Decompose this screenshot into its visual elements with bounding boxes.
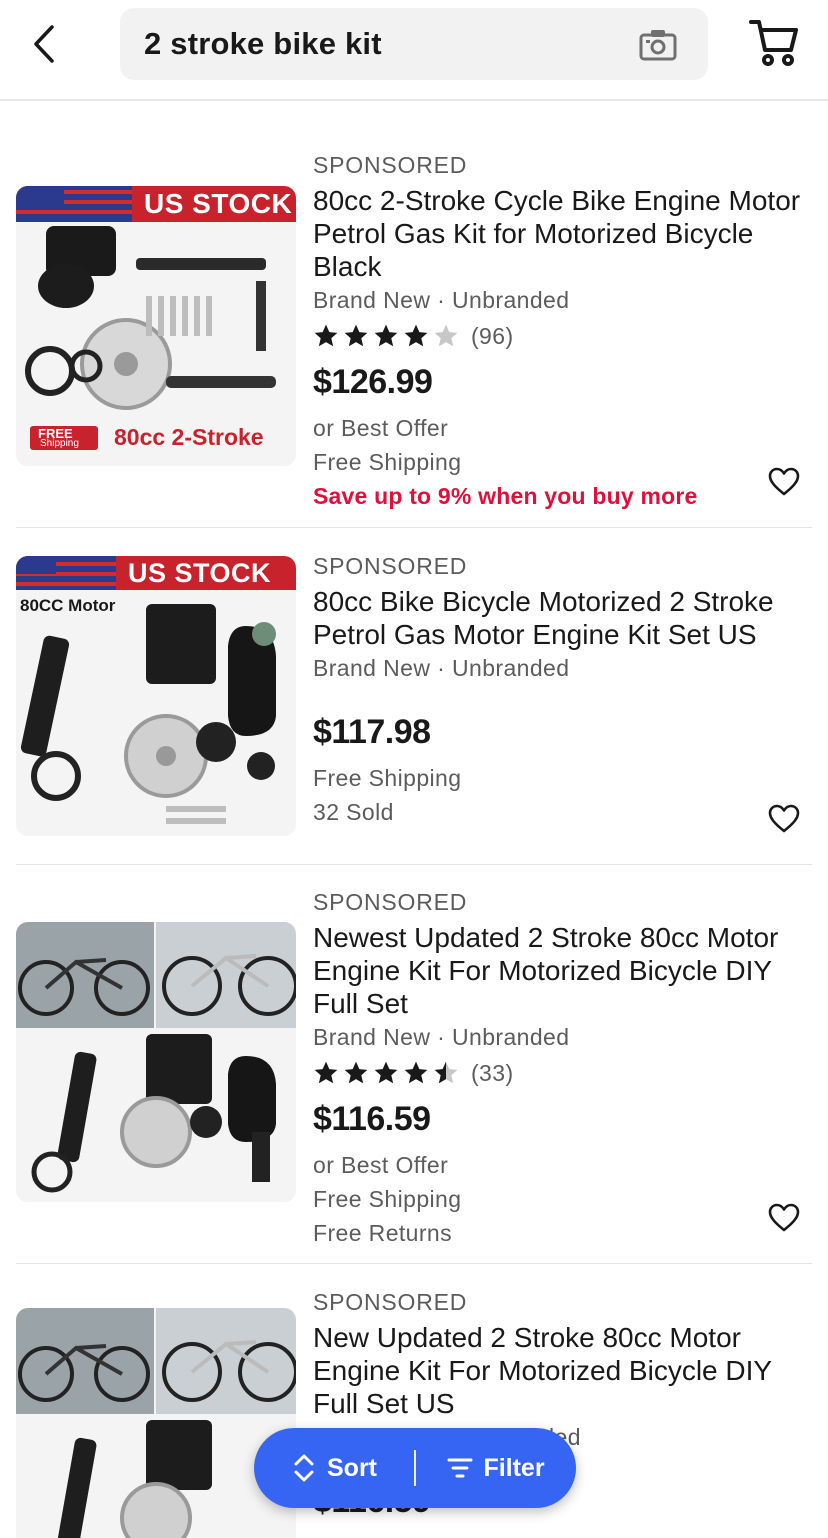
price: $116.59 bbox=[313, 1100, 431, 1138]
shipping-text: Free Shipping bbox=[313, 1186, 462, 1212]
sponsored-label: SPONSORED bbox=[313, 553, 468, 579]
star-icon bbox=[374, 1061, 398, 1084]
listing-image[interactable] bbox=[16, 922, 296, 1202]
star-icon bbox=[374, 324, 398, 347]
heart-icon[interactable] bbox=[768, 1203, 800, 1233]
price: $126.99 bbox=[313, 363, 433, 401]
sort-filter-bar: Sort Filter bbox=[254, 1428, 576, 1508]
image-caption: 80CC Motor bbox=[20, 596, 116, 615]
sort-button[interactable]: Sort bbox=[254, 1428, 414, 1508]
sponsored-label: SPONSORED bbox=[313, 1289, 468, 1315]
star-icon bbox=[404, 1061, 428, 1084]
search-query: 2 stroke bike kit bbox=[144, 26, 382, 61]
camera-icon[interactable] bbox=[638, 28, 678, 62]
back-button[interactable] bbox=[22, 20, 66, 68]
shipping-text: Free Shipping bbox=[313, 765, 462, 791]
chevron-left-icon bbox=[34, 25, 54, 63]
listing-title[interactable]: 80cc 2-Stroke Cycle Bike Engine Motor Pe… bbox=[313, 184, 812, 283]
heart-icon[interactable] bbox=[768, 467, 800, 497]
filter-icon bbox=[447, 1458, 473, 1478]
shipping-text: Free Shipping bbox=[313, 449, 462, 475]
listing-item[interactable]: US STOCK 80CC Motor SPONSORED 80cc Bike … bbox=[16, 528, 812, 865]
listing-title[interactable]: Newest Updated 2 Stroke 80cc Motor Engin… bbox=[313, 921, 812, 1020]
filter-button[interactable]: Filter bbox=[416, 1428, 576, 1508]
sort-label: Sort bbox=[327, 1453, 377, 1482]
rating: (33) bbox=[313, 1056, 812, 1090]
filter-label: Filter bbox=[483, 1453, 545, 1482]
star-icon bbox=[404, 324, 428, 347]
sort-icon bbox=[294, 1454, 314, 1482]
listing-item[interactable]: US STOCK FREE Shipping 80cc 2-Stroke SPO… bbox=[16, 140, 812, 528]
returns-text: Free Returns bbox=[313, 1220, 453, 1246]
condition-text: Brand New · Unbranded bbox=[313, 1024, 570, 1050]
top-bar: 2 stroke bike kit bbox=[0, 0, 828, 101]
divider bbox=[414, 1450, 416, 1486]
listing-image[interactable]: US STOCK 80CC Motor bbox=[16, 556, 296, 836]
review-count: (33) bbox=[471, 1059, 514, 1086]
condition-text: Brand New · Unbranded bbox=[313, 287, 570, 313]
image-banner-text: US STOCK bbox=[128, 558, 272, 588]
image-banner-text: US STOCK bbox=[144, 188, 293, 219]
promo-text: Save up to 9% when you buy more bbox=[313, 483, 698, 509]
star-icon bbox=[344, 1061, 368, 1084]
review-count: (96) bbox=[471, 322, 514, 349]
engine-kit-image bbox=[16, 922, 296, 1202]
listing-image[interactable]: US STOCK FREE Shipping 80cc 2-Stroke bbox=[16, 186, 296, 466]
cart-icon[interactable] bbox=[748, 16, 800, 68]
image-caption: 80cc 2-Stroke bbox=[114, 424, 264, 450]
best-offer-text: or Best Offer bbox=[313, 415, 449, 441]
sold-count: 32 Sold bbox=[313, 799, 394, 825]
star-half-icon bbox=[434, 1061, 458, 1084]
sponsored-label: SPONSORED bbox=[313, 889, 468, 915]
star-icon bbox=[314, 324, 338, 347]
condition-text: Brand New · Unbranded bbox=[313, 655, 570, 681]
best-offer-text: or Best Offer bbox=[313, 1152, 449, 1178]
listing-item[interactable]: SPONSORED Newest Updated 2 Stroke 80cc M… bbox=[16, 865, 812, 1264]
sponsored-label: SPONSORED bbox=[313, 152, 468, 178]
star-empty-icon bbox=[434, 324, 458, 347]
star-icon bbox=[314, 1061, 338, 1084]
star-icon bbox=[344, 324, 368, 347]
listing-title[interactable]: 80cc Bike Bicycle Motorized 2 Stroke Pet… bbox=[313, 585, 812, 651]
listing-title[interactable]: New Updated 2 Stroke 80cc Motor Engine K… bbox=[313, 1321, 812, 1420]
free-shipping-badge-sub: Shipping bbox=[40, 438, 79, 449]
price: $117.98 bbox=[313, 713, 431, 751]
rating: (96) bbox=[313, 319, 812, 353]
heart-icon[interactable] bbox=[768, 804, 800, 834]
search-input[interactable]: 2 stroke bike kit bbox=[120, 8, 708, 80]
